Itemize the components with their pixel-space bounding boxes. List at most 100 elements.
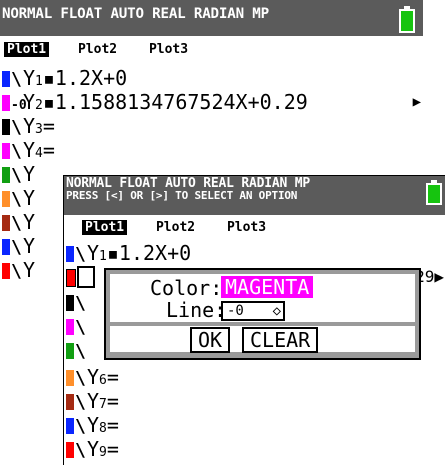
plot1-tab[interactable]: Plot1 [4,42,50,57]
line-style-icon: \ [75,368,86,389]
dialog-button-bar: OK CLEAR [110,326,415,353]
y8-row[interactable]: \Y [2,234,36,258]
color-square-icon [2,143,10,159]
style-dialog: Color: MAGENTA Line: -0 ◇ OK CLEAR [104,268,421,360]
y5-row-partial[interactable]: \ [66,339,87,362]
plot2-tab[interactable]: Plot2 [75,42,120,57]
y3-row-partial[interactable]: \ [66,291,87,314]
equals-sign: = [106,365,119,389]
plot3-tab[interactable]: Plot3 [146,42,191,57]
color-square-icon [66,418,74,434]
color-square-icon [2,119,10,135]
color-square-icon [2,95,10,111]
equals-selected: ▪ [106,241,119,265]
y9-row[interactable]: \Y9= [66,437,119,461]
y-subscript: 1 [35,74,43,89]
equals-sign: = [42,114,55,138]
line-style-icon: \ [11,189,22,210]
color-square-icon [66,269,76,287]
ok-button[interactable]: OK [190,327,231,353]
line-style-icon: \ [75,244,86,265]
status-text: NORMAL FLOAT AUTO REAL RADIAN MP [2,6,269,22]
clear-button[interactable]: CLEAR [242,327,319,353]
y6-row[interactable]: \Y6= [66,365,119,389]
y-subscript: 3 [35,122,43,137]
y1-row[interactable]: \Y1▪1.2X+0 [66,241,192,265]
line-style-icon: \ [75,341,86,362]
line-style-icon: \ [75,317,86,338]
line-style-icon: \ [11,213,22,234]
y-label: Y [23,138,36,162]
y2-row[interactable]: -0Y2▪1.1588134767524X+0.29 ▶ [2,91,423,113]
line-style-icon: \ [75,416,86,437]
y8-row[interactable]: \Y8= [66,413,119,437]
y1-row[interactable]: \Y1▪1.2X+0 [2,66,128,90]
y-subscript: 8 [99,421,107,436]
y-subscript: 4 [35,146,43,161]
y4-row-partial[interactable]: \ [66,315,87,338]
y-label: Y [23,186,36,210]
plot2-tab[interactable]: Plot2 [153,220,198,235]
plot-row: Plot1 Plot2 Plot3 [82,220,287,235]
line-style-icon: \ [75,440,86,461]
plot1-tab[interactable]: Plot1 [82,220,128,235]
y-subscript: 6 [99,373,107,388]
y-label: Y [87,413,100,437]
y-label: Y [87,241,100,265]
y-label: Y [23,162,36,186]
style-options-panel: Color: MAGENTA Line: -0 ◇ [110,274,415,322]
color-square-icon [66,246,74,262]
battery-icon [399,6,415,33]
color-square-icon [66,295,74,311]
line-style-icon: \ [11,261,22,282]
left-right-arrows-icon: ◇ [272,303,281,319]
y-subscript: 7 [99,397,107,412]
color-square-icon [2,215,10,231]
color-square-icon [66,319,74,335]
y4-row[interactable]: \Y4= [2,138,55,162]
status-hint: PRESS [<] OR [>] TO SELECT AN OPTION [66,189,298,202]
line-style-icon: \ [11,69,22,90]
line-label: Line: [166,298,227,322]
color-square-icon [66,394,74,410]
line-style-select[interactable]: -0 ◇ [221,301,285,321]
color-square-icon [66,442,74,458]
plot3-tab[interactable]: Plot3 [224,220,269,235]
equals-sign: = [106,413,119,437]
y-label: Y [23,114,36,138]
plot-row: Plot1 Plot2 Plot3 [4,42,209,57]
y-label: Y [23,258,36,282]
line-style-icon: \ [11,165,22,186]
color-square-icon [2,71,10,87]
status-bar: NORMAL FLOAT AUTO REAL RADIAN MP [0,0,423,36]
line-style-icon: \ [11,141,22,162]
y7-row[interactable]: \Y7= [66,390,119,413]
line-style-icon: \ [75,293,86,314]
y-label: Y [23,234,36,258]
equals-selected: ▪ [42,90,55,114]
color-square-icon [2,167,10,183]
y-label: Y [87,437,100,461]
color-square-icon [66,343,74,359]
y1-expression: 1.2X+0 [54,66,128,90]
y6-row[interactable]: \Y [2,186,36,210]
color-square-icon [2,239,10,255]
y-subscript: 9 [99,445,107,460]
y9-row[interactable]: \Y [2,258,36,282]
battery-icon [426,180,442,205]
y-subscript: 2 [35,98,43,113]
y3-row[interactable]: \Y3= [2,114,55,138]
line-style-icon: \ [75,392,86,413]
color-value-select[interactable]: MAGENTA [221,276,314,298]
graph-editor-screen-front: NORMAL FLOAT AUTO REAL RADIAN MP PRESS [… [63,175,445,465]
y-label: Y [23,66,36,90]
equals-selected: ▪ [42,66,55,90]
line-style-cursor-icon[interactable] [77,266,95,288]
y7-row[interactable]: \Y [2,211,35,234]
y-subscript: 1 [99,249,107,264]
line-style-icon: \ [11,237,22,258]
color-square-icon [66,370,74,386]
y1-expression: 1.2X+0 [118,241,192,265]
y5-row[interactable]: \Y [2,162,36,186]
color-square-icon [2,191,10,207]
